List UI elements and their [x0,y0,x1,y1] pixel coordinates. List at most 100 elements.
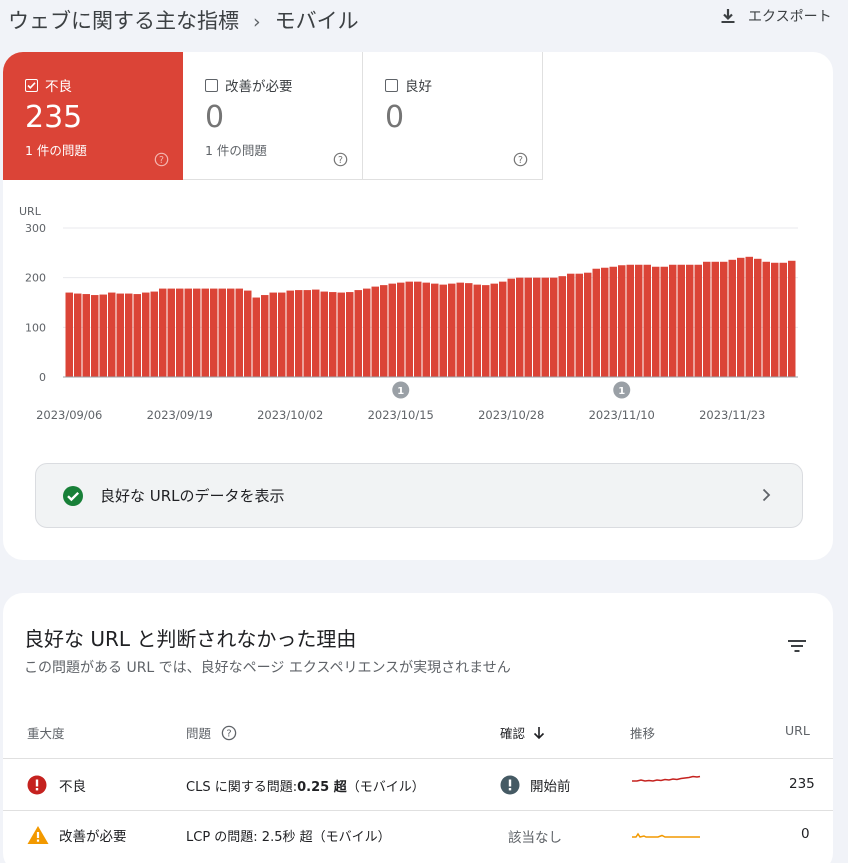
breadcrumb: ウェブに関する主な指標 › モバイル [8,5,359,35]
not-started-icon [500,775,520,795]
annotation-label: 1 [397,386,404,397]
bar [354,290,362,377]
export-button[interactable]: エクスポート [720,6,832,26]
bar [414,281,422,377]
bar [686,264,694,377]
bar [677,264,685,377]
bar [703,261,711,377]
bar [125,293,133,377]
severity-label: 不良 [59,779,86,795]
bar [558,276,566,377]
x-tick-label: 2023/10/28 [478,408,544,422]
help-icon[interactable]: ? [513,152,528,167]
warning-icon [27,826,49,844]
url-count: 235 [789,776,815,792]
view-good-urls-button[interactable]: 良好な URLのデータを表示 [35,463,803,528]
x-tick-label: 2023/09/19 [147,408,213,422]
bar [142,292,150,377]
column-header-issue: 問題 ? [186,723,237,742]
trend-sparkline [632,775,701,782]
export-label: エクスポート [748,9,832,25]
checkbox-icon[interactable] [205,78,218,92]
bar [465,283,473,377]
issue-text: CLS に関する問題: 0.25 超（モバイル） [186,780,425,795]
bar [303,290,311,377]
tile-value: 0 [205,100,225,135]
breadcrumb-root[interactable]: ウェブに関する主な指標 [8,9,239,33]
bar [584,272,592,377]
tile-poor[interactable]: 不良 235 1 件の問題 ? [3,52,183,180]
tile-label: 良好 [405,79,432,95]
bar [771,262,779,377]
chevron-right-icon [762,488,771,502]
page-header: ウェブに関する主な指標 › モバイル エクスポート [0,0,848,48]
download-icon [721,9,735,23]
bar [779,262,787,377]
bar [456,282,464,377]
filter-icon[interactable] [787,638,807,654]
arrow-down-icon [533,726,545,739]
column-header-validation[interactable]: 確認 [500,723,545,742]
tile-value: 0 [385,100,405,135]
x-tick-label: 2023/09/06 [36,408,102,422]
bar [745,256,753,377]
check-circle-icon [63,485,83,506]
table-row[interactable]: 不良 CLS に関する問題: 0.25 超（モバイル） 開始前 235 [3,759,833,811]
bar [592,268,600,377]
bar [422,282,430,377]
y-tick-label: 100 [25,321,46,334]
bar [626,264,634,377]
bar [601,267,609,377]
bar [388,283,396,377]
bar [575,273,583,377]
bar [524,277,532,377]
x-tick-label: 2023/10/15 [368,408,434,422]
bar [711,261,719,377]
bar [159,288,167,377]
bar [516,277,524,377]
y-tick-label: 300 [25,222,46,235]
bar [660,266,668,377]
bar [91,295,99,377]
bar [482,285,490,377]
x-tick-label: 2023/11/23 [699,408,765,422]
bar [728,259,736,377]
tile-value: 235 [25,100,83,135]
validation-status: 開始前 [530,779,571,795]
checkbox-checked-icon[interactable] [25,78,38,92]
bar [116,293,124,377]
annotation-label: 1 [618,386,625,397]
bar [609,266,617,377]
bar [448,283,456,377]
tile-subtext: 1 件の問題 [25,143,87,158]
trend-sparkline [632,832,700,838]
bar [652,266,660,377]
table-row[interactable]: 改善が必要 LCP の問題: 2.5秒 超（モバイル） 該当なし 0 [3,811,833,863]
svg-text:?: ? [226,728,231,739]
checkbox-icon[interactable] [385,78,398,92]
bar [618,265,626,377]
x-tick-label: 2023/10/02 [257,408,323,422]
help-icon[interactable]: ? [154,152,169,167]
bar [754,258,762,377]
bar [431,283,439,377]
bar [193,288,201,377]
bar [227,288,235,377]
bar [235,288,243,377]
bar [405,281,413,377]
help-icon[interactable]: ? [333,152,348,167]
validation-status: 該当なし [508,830,562,846]
bar [533,277,541,377]
help-icon[interactable]: ? [221,725,237,741]
issue-text: LCP の問題: 2.5秒 超（モバイル） [186,830,391,845]
bar [473,284,481,377]
column-header-severity: 重大度 [27,726,65,741]
bar [167,288,175,377]
bar [201,288,209,377]
bar [269,292,277,377]
tile-label: 改善が必要 [225,79,293,95]
tile-good[interactable]: 良好 0 ? [363,52,543,180]
tile-needs-improvement[interactable]: 改善が必要 0 1 件の問題 ? [183,52,363,180]
column-header-trend: 推移 [630,726,656,741]
svg-text:?: ? [159,155,164,166]
